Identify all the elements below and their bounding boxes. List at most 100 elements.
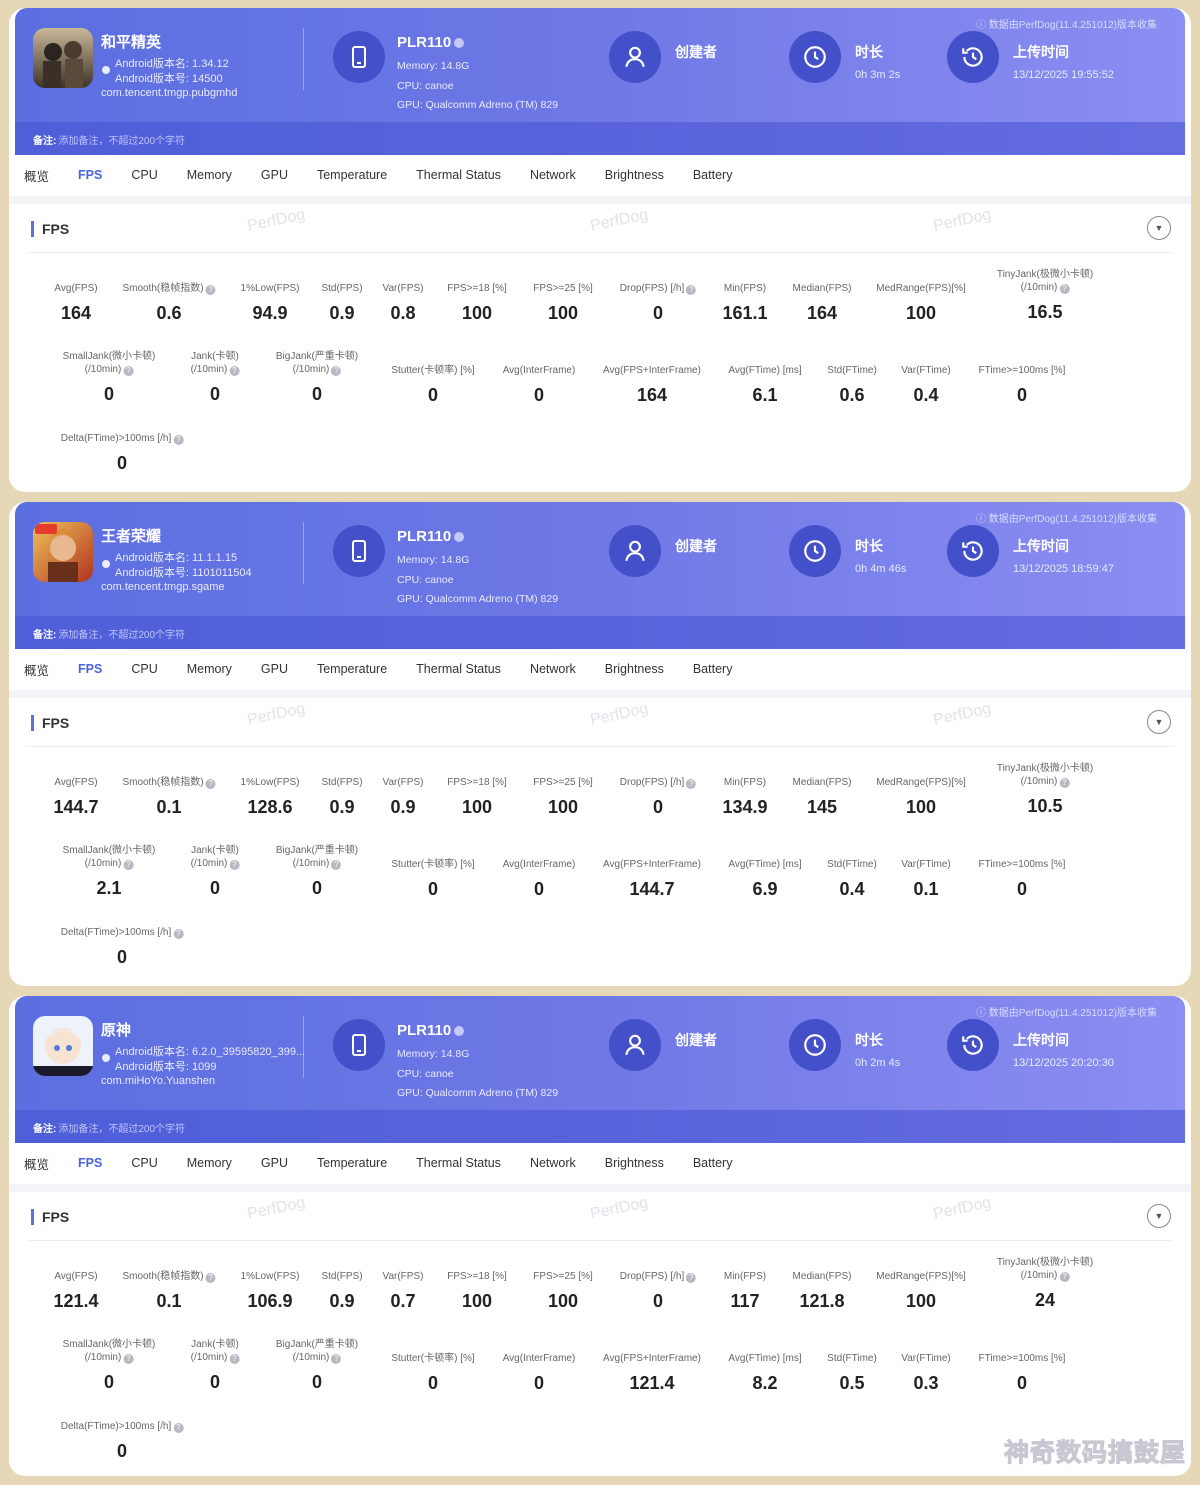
tab-brightness[interactable]: Brightness — [605, 168, 664, 182]
help-icon[interactable]: ? — [1059, 778, 1070, 788]
help-icon[interactable]: ? — [123, 1354, 134, 1364]
metric-value: 0.1 — [913, 879, 939, 899]
tab-fps[interactable]: FPS — [78, 168, 102, 182]
game-report-card-3: ⓘ 数据由PerfDog(11.4.251012)版本收集 原神 Android… — [9, 996, 1191, 1476]
collapse-chevron-icon[interactable]: ▼ — [1147, 1204, 1171, 1228]
tab-memory[interactable]: Memory — [187, 662, 232, 676]
help-icon[interactable]: ? — [1059, 284, 1070, 294]
tab-memory[interactable]: Memory — [187, 168, 232, 182]
help-icon[interactable]: ? — [123, 366, 134, 376]
metric-value: 100 — [547, 797, 579, 817]
info-icon: ⓘ — [976, 20, 989, 31]
help-icon[interactable]: ? — [686, 779, 697, 789]
help-icon[interactable]: ? — [331, 1354, 342, 1364]
metric-label: Median(FPS) — [792, 1271, 852, 1282]
metric-value: 0 — [103, 384, 115, 404]
help-icon[interactable]: ? — [686, 285, 697, 295]
device-cpu: CPU: canoe — [397, 80, 454, 92]
tab-brightness[interactable]: Brightness — [605, 1156, 664, 1170]
metric-fps25: FPS>=25 [%] 100 — [533, 1270, 592, 1312]
tab-cpu[interactable]: CPU — [131, 168, 157, 182]
remark-bar[interactable]: 备注: 添加备注，不超过200个字符 — [15, 122, 1185, 155]
tab-overview[interactable]: 概览 — [24, 660, 49, 679]
metric-value: 0 — [209, 384, 220, 404]
tab-thermal-status[interactable]: Thermal Status — [416, 1156, 501, 1170]
metric-value: 0.8 — [390, 303, 416, 323]
tab-fps[interactable]: FPS — [78, 1156, 102, 1170]
device-name: PLR110 — [397, 528, 465, 545]
help-icon[interactable]: ? — [331, 860, 342, 870]
metric-var-ftime: Var(FTime) 0.1 — [901, 858, 950, 900]
divider — [27, 1240, 1173, 1241]
help-icon[interactable]: ? — [123, 860, 134, 870]
tab-thermal-status[interactable]: Thermal Status — [416, 662, 501, 676]
metric-smooth: Smooth(稳帧指数)? 0.1 — [122, 776, 216, 818]
help-icon[interactable]: ? — [686, 1273, 697, 1283]
metric-var-fps: Var(FPS) 0.9 — [383, 776, 424, 818]
fps-section-title: FPS — [31, 715, 69, 731]
help-icon[interactable]: ? — [173, 929, 184, 939]
upload-time-value: 13/12/2025 20:20:30 — [1013, 1057, 1114, 1069]
tab-temperature[interactable]: Temperature — [317, 662, 387, 676]
collapse-chevron-icon[interactable]: ▼ — [1147, 216, 1171, 240]
help-icon[interactable]: ? — [229, 860, 240, 870]
info-icon: ⓘ — [976, 1008, 989, 1019]
metric-label: 1%Low(FPS) — [240, 1271, 300, 1282]
collect-note: ⓘ 数据由PerfDog(11.4.251012)版本收集 — [976, 1008, 1157, 1019]
info-icon[interactable] — [454, 1026, 465, 1036]
help-icon[interactable]: ? — [1059, 1272, 1070, 1282]
tab-temperature[interactable]: Temperature — [317, 168, 387, 182]
help-icon[interactable]: ? — [229, 366, 240, 376]
fps-section: FPS PerfDog PerfDog PerfDog ▼ Avg(FPS) 16… — [9, 196, 1191, 486]
remark-bar[interactable]: 备注: 添加备注，不超过200个字符 — [15, 1110, 1185, 1143]
tab-thermal-status[interactable]: Thermal Status — [416, 168, 501, 182]
tab-gpu[interactable]: GPU — [261, 168, 288, 182]
info-icon[interactable] — [454, 532, 465, 542]
collapse-chevron-icon[interactable]: ▼ — [1147, 710, 1171, 734]
tab-bar: 概览 FPS CPU Memory GPU Temperature Therma… — [15, 155, 1185, 195]
remark-input[interactable]: 添加备注，不超过200个字符 — [58, 136, 185, 147]
metric-avg-fps-inter: Avg(FPS+InterFrame) 121.4 — [603, 1352, 701, 1394]
metric-medrange: MedRange(FPS)[%] 100 — [876, 776, 965, 818]
watermark: PerfDog — [588, 1194, 650, 1223]
help-icon[interactable]: ? — [205, 285, 216, 295]
tab-network[interactable]: Network — [530, 662, 576, 676]
metric-fps25: FPS>=25 [%] 100 — [533, 776, 592, 818]
tab-memory[interactable]: Memory — [187, 1156, 232, 1170]
tab-battery[interactable]: Battery — [693, 168, 733, 182]
tab-brightness[interactable]: Brightness — [605, 662, 664, 676]
metric-value: 0 — [209, 878, 220, 898]
help-icon[interactable]: ? — [205, 779, 216, 789]
tab-battery[interactable]: Battery — [693, 1156, 733, 1170]
tab-temperature[interactable]: Temperature — [317, 1156, 387, 1170]
watermark: PerfDog — [931, 206, 993, 235]
help-icon[interactable]: ? — [229, 1354, 240, 1364]
tab-cpu[interactable]: CPU — [131, 1156, 157, 1170]
metric-label: TinyJank(极微小卡顿) (/10min)? — [996, 1257, 1094, 1282]
tab-gpu[interactable]: GPU — [261, 662, 288, 676]
help-icon[interactable]: ? — [205, 1273, 216, 1283]
info-icon[interactable] — [454, 38, 465, 48]
metric-std-fps: Std(FPS) 0.9 — [321, 776, 362, 818]
help-icon[interactable]: ? — [173, 1423, 184, 1433]
tab-overview[interactable]: 概览 — [24, 1154, 49, 1173]
tab-network[interactable]: Network — [530, 1156, 576, 1170]
metric-var-ftime: Var(FTime) 0.3 — [901, 1352, 950, 1394]
metric-median-fps: Median(FPS) 121.8 — [793, 1270, 852, 1312]
remark-input[interactable]: 添加备注，不超过200个字符 — [58, 630, 185, 641]
tab-battery[interactable]: Battery — [693, 662, 733, 676]
metric-label: Jank(卡顿) (/10min)? — [190, 845, 240, 870]
metric-min-fps: Min(FPS) 161.1 — [722, 282, 767, 324]
tab-cpu[interactable]: CPU — [131, 662, 157, 676]
remark-input[interactable]: 添加备注，不超过200个字符 — [58, 1124, 185, 1135]
metric-label: TinyJank(极微小卡顿) (/10min)? — [996, 763, 1094, 788]
tab-gpu[interactable]: GPU — [261, 1156, 288, 1170]
tab-fps[interactable]: FPS — [78, 662, 102, 676]
tab-network[interactable]: Network — [530, 168, 576, 182]
tab-overview[interactable]: 概览 — [24, 166, 49, 185]
remark-bar[interactable]: 备注: 添加备注，不超过200个字符 — [15, 616, 1185, 649]
help-icon[interactable]: ? — [173, 435, 184, 445]
metric-value: 117 — [730, 1291, 760, 1311]
help-icon[interactable]: ? — [331, 366, 342, 376]
metric-value: 121.4 — [629, 1373, 675, 1393]
